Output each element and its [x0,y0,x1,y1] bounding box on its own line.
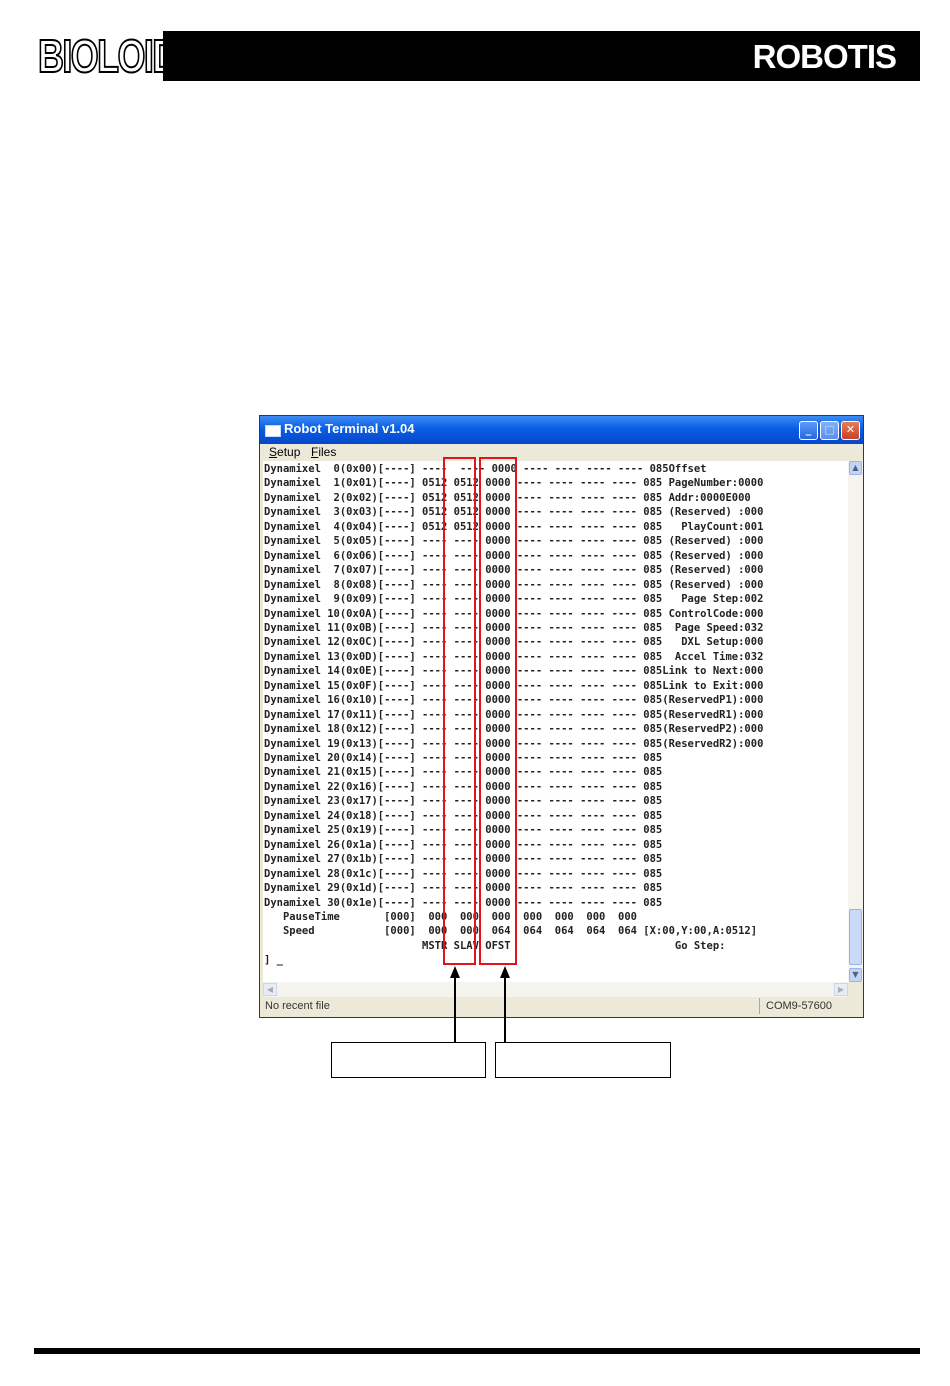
title-bar[interactable]: Robot Terminal v1.04 _ □ ✕ [260,416,863,444]
vertical-scrollbar[interactable]: ▲ ▼ [848,461,863,982]
scroll-down-icon[interactable]: ▼ [849,968,862,982]
robotis-logo: ROBOTIS [752,38,897,75]
menu-setup[interactable]: Setup [269,445,300,459]
menu-bar: Setup Files [263,444,860,461]
menu-files[interactable]: Files [311,445,336,459]
status-com-port: COM9-57600 [759,998,832,1014]
scroll-thumb[interactable] [849,909,862,965]
scroll-up-icon[interactable]: ▲ [849,461,862,475]
window-icon [265,425,281,437]
minimize-button[interactable]: _ [799,421,818,440]
arrow-shaft [504,976,506,1043]
status-bar: No recent file COM9-57600 [263,998,860,1016]
mstr-highlight-box [443,457,476,965]
terminal-output[interactable]: Dynamixel 0(0x00)[----] ---- ---- 0000 -… [263,461,848,982]
callout-box-slav [495,1042,671,1078]
header-bar: ROBOTIS [163,31,920,81]
horizontal-scrollbar[interactable]: ◀ ▶ [263,982,848,997]
maximize-button[interactable]: □ [820,421,839,440]
callout-box-mstr [331,1042,486,1078]
status-recent-file: No recent file [265,1000,330,1012]
close-button[interactable]: ✕ [841,421,860,440]
window-title: Robot Terminal v1.04 [284,421,415,436]
slav-highlight-box [479,457,517,965]
robot-terminal-window: Robot Terminal v1.04 _ □ ✕ Setup Files D… [259,415,864,1018]
footer-rule [34,1348,920,1354]
terminal-line: ] _ [264,954,283,967]
scroll-right-icon[interactable]: ▶ [834,983,848,996]
arrow-shaft [454,976,456,1043]
scroll-left-icon[interactable]: ◀ [263,983,277,996]
bioloid-logo: BIOLOID [37,30,179,82]
